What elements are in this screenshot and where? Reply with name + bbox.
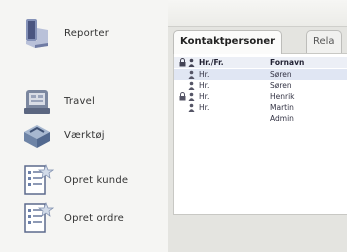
table-row[interactable]: Hr. Martin	[174, 102, 347, 113]
column-header-first-name[interactable]: Fornavn	[270, 57, 304, 68]
cell-title: Hr.	[199, 70, 210, 79]
person-icon	[188, 80, 196, 90]
create-order-icon	[24, 202, 54, 233]
sidebar-item-label: Opret kunde	[64, 174, 129, 186]
table-header-row: Hr./Fr. Fornavn	[174, 57, 347, 68]
sidebar-item-travel[interactable]: Travel	[20, 84, 95, 118]
cell-title: Hr.	[199, 103, 210, 112]
table-row[interactable]: Hr. Søren	[174, 80, 347, 91]
lock-icon	[179, 91, 187, 101]
create-customer-icon	[24, 164, 54, 195]
person-icon	[188, 69, 196, 79]
person-icon	[188, 102, 196, 112]
sidebar-item-label: Opret ordre	[64, 212, 125, 224]
contacts-table: Hr./Fr. Fornavn Hr. Søren Hr. Søren Hr.	[173, 53, 347, 215]
cell-first-name: Søren	[270, 81, 292, 90]
person-icon	[188, 91, 196, 101]
tab-bar: Kontaktpersoner Rela	[168, 30, 347, 54]
cell-title: Hr.	[199, 81, 210, 90]
table-row[interactable]: Hr. Søren	[174, 69, 347, 80]
sidebar-item-reporter[interactable]: Reporter	[20, 16, 109, 50]
table-row[interactable]: Admin	[174, 113, 347, 124]
sidebar-item-create-order[interactable]: Opret ordre	[20, 201, 124, 235]
sidebar-item-label: Travel	[64, 95, 95, 107]
lock-column-icon[interactable]	[179, 57, 187, 67]
cell-first-name: Henrik	[270, 92, 295, 101]
sidebar-item-toolbox[interactable]: Værktøj	[20, 118, 105, 152]
table-row[interactable]: Hr. Henrik	[174, 91, 347, 102]
sidebar-item-create-customer[interactable]: Opret kunde	[20, 163, 128, 197]
tab-kontaktpersoner[interactable]: Kontaktpersoner	[173, 30, 283, 54]
tab-relations[interactable]: Rela	[306, 30, 342, 53]
travel-icon	[24, 90, 50, 114]
column-header-title[interactable]: Hr./Fr.	[199, 57, 224, 68]
reporter-icon	[26, 19, 48, 48]
sidebar-item-label: Reporter	[64, 27, 110, 39]
main-panel: Kontaktpersoner Rela Hr./Fr. Fornavn Hr.…	[168, 0, 347, 252]
toolbox-icon	[24, 125, 50, 148]
cell-first-name: Søren	[270, 70, 292, 79]
sidebar-item-label: Værktøj	[64, 129, 105, 141]
cell-first-name: Admin	[270, 114, 294, 123]
sidebar: Reporter Travel Værktøj Opret kunde Opre…	[0, 0, 168, 252]
person-column-icon[interactable]	[188, 57, 196, 67]
cell-title: Hr.	[199, 92, 210, 101]
cell-first-name: Martin	[270, 103, 294, 112]
top-band	[168, 0, 347, 27]
